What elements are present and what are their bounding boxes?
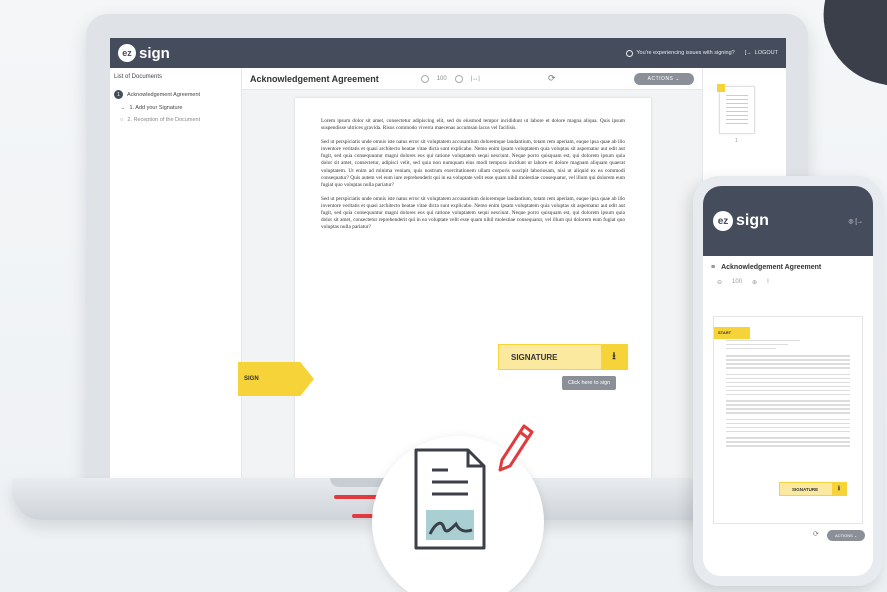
document-sign-badge (372, 424, 544, 592)
step-status-icon: ○ (120, 117, 124, 123)
start-flag-button[interactable]: START (714, 327, 750, 339)
download-icon: ⭳ (832, 483, 846, 495)
zoom-controls: 100 |↔| (420, 74, 480, 83)
fit-width-button[interactable]: I (767, 279, 769, 286)
phone-help-icon[interactable]: ◎ [→ (848, 218, 863, 225)
app-topbar: ez sign You're experiencing issues with … (110, 38, 786, 68)
zoom-out-button[interactable]: ⊖ (717, 279, 722, 286)
phone-signature-label: SIGNATURE (792, 486, 819, 492)
phone-screen: ez sign ◎ [→ ≡ Acknowledgement Agreement… (703, 186, 873, 576)
signature-label: SIGNATURE (511, 352, 558, 362)
thumbnail-page-number: 1 (735, 138, 738, 144)
help-link-label: You're experiencing issues with signing? (636, 50, 735, 56)
phone-zoom-controls: ⊖ 100 ⊕ I (703, 279, 873, 294)
fit-width-button[interactable]: |↔| (471, 76, 480, 82)
document-paragraph: Sed ut perspiciatis unde omnis iste natu… (321, 139, 625, 188)
phone-frame: ez sign ◎ [→ ≡ Acknowledgement Agreement… (693, 176, 883, 586)
logout-button[interactable]: [→ LOGOUT (745, 50, 778, 56)
app-screen: ez sign You're experiencing issues with … (110, 38, 786, 478)
sidebar-document-label: Acknowledgement Agreement (127, 91, 201, 98)
document-viewer: Acknowledgement Agreement 100 |↔| ⟳ ACTI… (242, 68, 702, 478)
document-number-badge: 1 (114, 90, 123, 99)
page-title: Acknowledgement Agreement (250, 73, 379, 84)
step-label: 2. Reception of the Document (127, 117, 201, 123)
zoom-in-button[interactable] (454, 74, 463, 83)
app-logo: ez sign (118, 44, 170, 62)
arrow-right-icon: → (120, 105, 126, 111)
zoom-out-button[interactable] (420, 74, 429, 83)
phone-doc-title: Acknowledgement Agreement (721, 264, 822, 271)
sidebar-item-document[interactable]: 1 Acknowledgement Agreement (114, 90, 237, 99)
refresh-icon[interactable]: ⟳ (813, 530, 819, 538)
sidebar-header: List of Documents (114, 74, 163, 80)
document-paragraph: Lorem ipsum dolor sit amet, consectetur … (321, 118, 625, 132)
help-link[interactable]: You're experiencing issues with signing? (626, 49, 735, 57)
menu-icon[interactable]: ≡ (711, 264, 715, 271)
phone-topbar: ez sign ◎ [→ (703, 186, 873, 256)
logo-text: sign (736, 212, 769, 229)
help-icon (626, 49, 634, 57)
zoom-in-button[interactable]: ⊕ (752, 279, 757, 286)
phone-signature-field[interactable]: SIGNATURE ⭳ (779, 482, 847, 496)
pen-icon (498, 424, 534, 472)
signature-field[interactable]: SIGNATURE ⭳ (498, 344, 628, 370)
logo-mark: ez (713, 211, 733, 231)
phone-actions-button[interactable]: ACTIONS ⌄ (827, 530, 866, 541)
logo-mark: ez (118, 44, 136, 62)
actions-button[interactable]: ACTIONS ⌄ (633, 72, 694, 85)
step-label: 1. Add your Signature (129, 105, 183, 111)
logout-label: LOGOUT (754, 50, 778, 56)
viewer-header: Acknowledgement Agreement 100 |↔| ⟳ ACTI… (242, 68, 702, 90)
phone-header: ≡ Acknowledgement Agreement (703, 256, 873, 279)
document-paragraph: Sed ut perspiciatis unde omnis iste natu… (321, 195, 625, 231)
sign-tooltip: Click here to sign (562, 376, 617, 390)
sign-flag-label: SIGN (244, 376, 259, 382)
refresh-icon[interactable]: ⟳ (548, 73, 556, 84)
download-icon: ⭳ (601, 345, 627, 369)
logo-text: sign (139, 44, 170, 62)
page-thumbnail[interactable] (717, 84, 755, 134)
documents-sidebar: List of Documents 1 Acknowledgement Agre… (110, 68, 242, 478)
sign-flag-button[interactable]: SIGN (238, 362, 314, 396)
actions-label: ACTIONS (835, 533, 853, 538)
decorative-corner-shape (810, 0, 887, 89)
document-page: Lorem ipsum dolor sit amet, consectetur … (295, 98, 651, 478)
phone-logo: ez sign (713, 211, 769, 231)
sidebar-step-add-signature[interactable]: → 1. Add your Signature (114, 105, 237, 111)
zoom-level: 100 (436, 75, 447, 82)
logout-icon: [→ (744, 50, 752, 56)
zoom-level: 100 (732, 279, 743, 285)
sidebar-step-reception[interactable]: ○ 2. Reception of the Document (114, 117, 237, 123)
actions-label: ACTIONS (647, 75, 674, 82)
